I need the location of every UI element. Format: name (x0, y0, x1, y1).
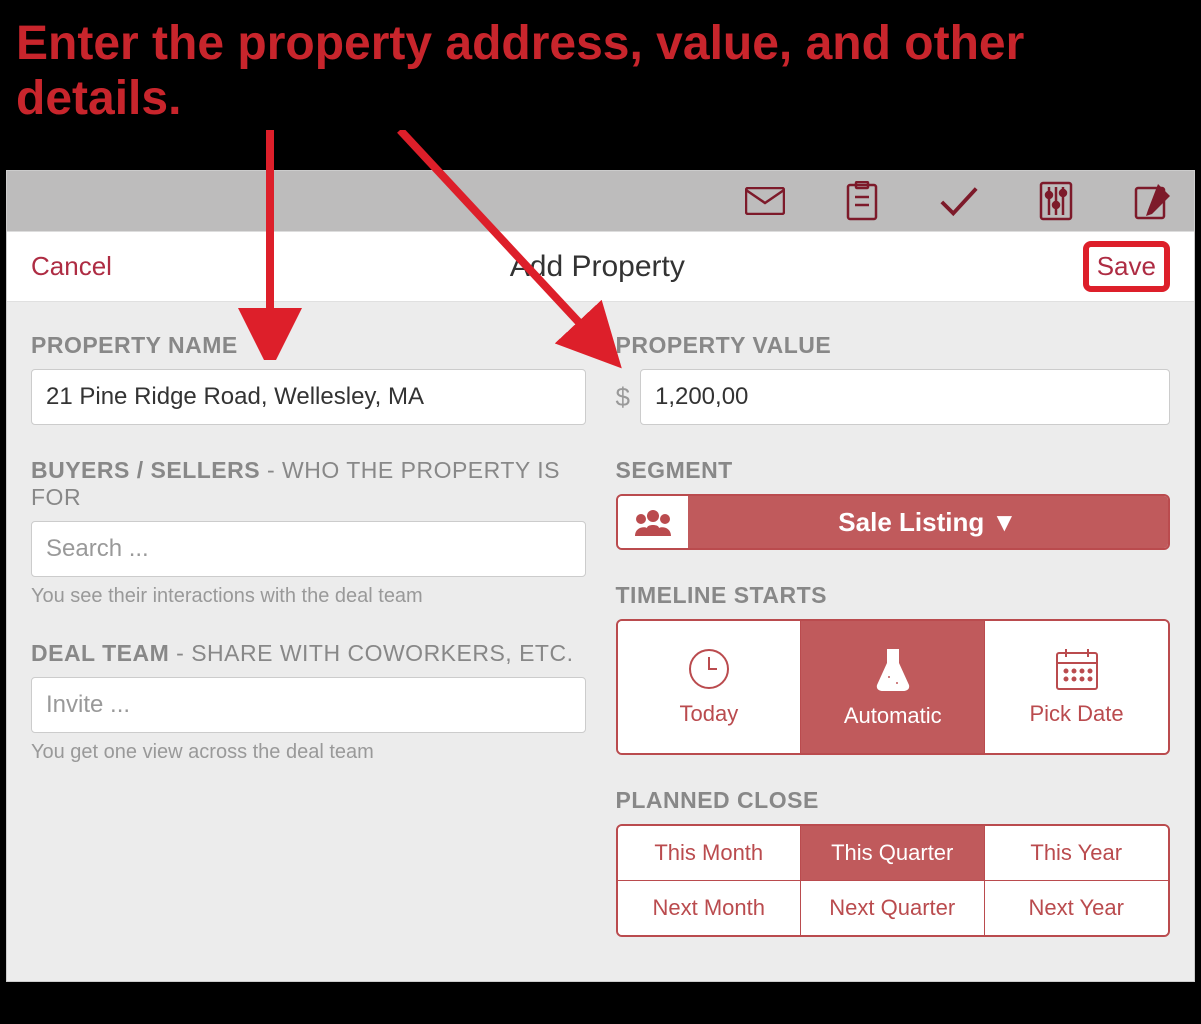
right-column: Property Value $ Segment Sale Listing ▼ (616, 332, 1171, 969)
timeline-today[interactable]: Today (618, 621, 801, 753)
buyers-sellers-label: Buyers / Sellers - who the property is f… (31, 457, 586, 511)
modal-header: Cancel Add Property Save (7, 232, 1194, 302)
sliders-icon[interactable] (1035, 180, 1077, 222)
planned-close-label: Planned Close (616, 787, 1171, 814)
toolbar (7, 171, 1194, 231)
save-button[interactable]: Save (1097, 251, 1156, 282)
close-this-quarter[interactable]: This Quarter (801, 826, 985, 881)
deal-team-helper-text: You get one view across the deal team (31, 741, 586, 764)
segment-dropdown[interactable]: Sale Listing ▼ (616, 494, 1171, 550)
buyers-sellers-input[interactable] (31, 521, 586, 577)
close-next-year[interactable]: Next Year (985, 881, 1169, 935)
form-body: Property Name Buyers / Sellers - who the… (7, 302, 1194, 981)
modal-title: Add Property (510, 250, 685, 284)
deal-team-label: Deal Team - share with coworkers, etc. (31, 640, 586, 667)
add-property-modal: Cancel Add Property Save Property Name B… (7, 231, 1194, 981)
check-icon[interactable] (938, 180, 980, 222)
clipboard-icon[interactable] (841, 180, 883, 222)
left-column: Property Name Buyers / Sellers - who the… (31, 332, 586, 969)
clock-icon (687, 647, 731, 691)
buyers-helper-text: You see their interactions with the deal… (31, 585, 586, 608)
currency-symbol: $ (616, 382, 630, 413)
compose-icon[interactable] (1132, 180, 1174, 222)
close-next-month[interactable]: Next Month (618, 881, 802, 935)
planned-close-options: This Month This Quarter This Year Next M… (616, 824, 1171, 937)
close-this-month[interactable]: This Month (618, 826, 802, 881)
property-value-label: Property Value (616, 332, 1171, 359)
cancel-button[interactable]: Cancel (31, 251, 112, 282)
mail-icon[interactable] (744, 180, 786, 222)
timeline-starts-label: Timeline Starts (616, 582, 1171, 609)
calendar-icon (1054, 647, 1100, 691)
property-name-label: Property Name (31, 332, 586, 359)
segment-value: Sale Listing ▼ (688, 496, 1169, 548)
timeline-pick-date[interactable]: Pick Date (984, 621, 1168, 753)
property-value-input[interactable] (640, 369, 1170, 425)
close-next-quarter[interactable]: Next Quarter (801, 881, 985, 935)
annotation-text: Enter the property address, value, and o… (16, 16, 1201, 126)
timeline-options: Today Automatic Pick Date (616, 619, 1171, 755)
timeline-automatic[interactable]: Automatic (800, 621, 984, 753)
app-window: Cancel Add Property Save Property Name B… (6, 170, 1195, 982)
people-icon (618, 496, 688, 548)
property-name-input[interactable] (31, 369, 586, 425)
close-this-year[interactable]: This Year (985, 826, 1169, 881)
save-highlight: Save (1083, 241, 1170, 292)
deal-team-input[interactable] (31, 677, 586, 733)
segment-label: Segment (616, 457, 1171, 484)
flask-icon (873, 645, 913, 693)
